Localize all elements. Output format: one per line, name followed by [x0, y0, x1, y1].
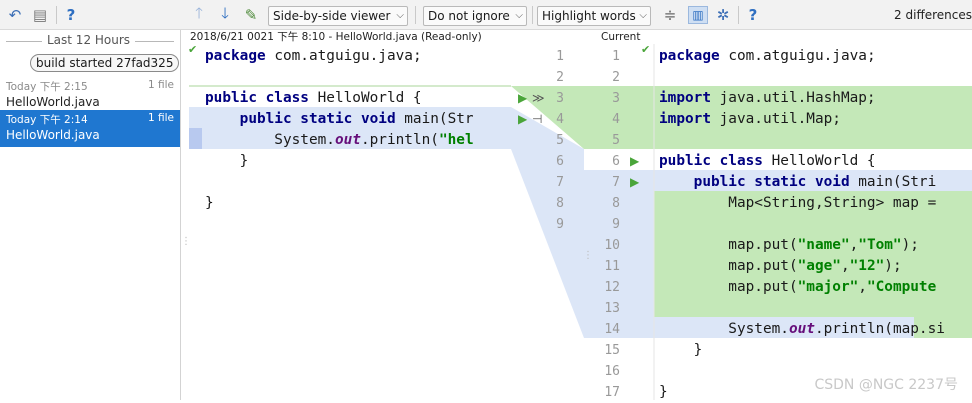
patch-icon[interactable]: ▤ [32, 6, 48, 24]
build-label-badge[interactable]: build started 27fad325 [30, 54, 180, 72]
apply-change-arrow-icon[interactable]: ▶ [518, 109, 527, 130]
code-line: import java.util.Map; [659, 111, 841, 127]
code-line: public class HelloWorld { [205, 90, 422, 106]
code-line: import java.util.HashMap; [659, 90, 876, 106]
right-pane-header: Current [601, 31, 641, 43]
history-item-file: HelloWorld.java [6, 95, 100, 109]
line-number: 9 [612, 217, 620, 232]
append-change-icon[interactable]: ⊣ [532, 109, 542, 130]
highlight-mode-select[interactable]: Highlight words ⌵ [537, 6, 651, 26]
code-line: public class HelloWorld { [659, 153, 876, 169]
splitter-grip[interactable]: ⋮ [583, 250, 593, 261]
collapse-unchanged-icon[interactable]: ≑ [661, 6, 679, 24]
history-panel: Last 12 Hours build started 27fad325 Tod… [0, 30, 181, 400]
line-number: 15 [604, 343, 620, 358]
code-line: package com.atguigu.java; [659, 48, 876, 64]
line-number: 7 [556, 175, 564, 190]
chevron-down-icon: ⌵ [515, 10, 523, 21]
line-number: 4 [612, 112, 620, 127]
toolbar-separator [738, 6, 739, 24]
line-number: 3 [612, 91, 620, 106]
chevron-down-icon: ⌵ [639, 10, 647, 21]
line-number: 8 [612, 196, 620, 211]
chevron-down-icon: ⌵ [396, 10, 404, 21]
section-title: Last 12 Hours [42, 33, 136, 47]
splitter-grip[interactable]: ⋮ [181, 236, 191, 247]
settings-gear-icon[interactable]: ✲ [714, 6, 732, 24]
line-number: 5 [556, 133, 564, 148]
history-item-selected[interactable]: Today 下午 2:14 1 file HelloWorld.java [0, 110, 180, 147]
history-item-file: HelloWorld.java [6, 128, 100, 142]
code-line: public static void main(Stri [693, 174, 937, 190]
left-change-marker [189, 128, 202, 149]
line-number: 2 [612, 70, 620, 85]
code-line: } [659, 342, 703, 358]
prev-difference-icon[interactable]: 🡑 [190, 4, 208, 24]
code-line: map.put("major","Compute [659, 279, 937, 295]
sync-scroll-icon[interactable]: ▥ [688, 6, 708, 24]
watermark: CSDN @NGC 2237号 [814, 377, 958, 393]
line-number: 4 [556, 112, 564, 127]
toolbar: ↶ ▤ ? 🡑 🡓 ✎ Side-by-side viewer ⌵ Do not … [0, 0, 972, 30]
code-line: public static void main(Str [239, 111, 474, 127]
code-line: System.out.println(map.si [659, 321, 945, 337]
line-number: 12 [604, 280, 620, 295]
code-line: } [205, 195, 214, 211]
ignore-mode-select[interactable]: Do not ignore ⌵ [423, 6, 527, 26]
line-number: 13 [604, 301, 620, 316]
left-pane-header: 2018/6/21 0021 下午 8:10 - HelloWorld.java… [190, 31, 482, 43]
revert-icon[interactable]: ↶ [6, 6, 24, 24]
code-line: System.out.println("hel [205, 132, 474, 148]
line-number: 9 [556, 217, 564, 232]
line-number: 14 [604, 322, 620, 337]
line-number: 5 [612, 133, 620, 148]
history-item[interactable]: Today 下午 2:15 1 file HelloWorld.java [0, 77, 180, 114]
code-line: } [205, 153, 249, 169]
line-number: 8 [556, 196, 564, 211]
line-number: 6 [556, 154, 564, 169]
line-number: 10 [604, 238, 620, 253]
differences-count: 2 differences [894, 8, 972, 22]
line-number: 3 [556, 91, 564, 106]
viewer-mode-select[interactable]: Side-by-side viewer ⌵ [268, 6, 408, 26]
line-number: 16 [604, 364, 620, 379]
apply-change-arrow-icon[interactable]: ▶ [518, 88, 527, 109]
line-number: 7 [612, 175, 620, 190]
toolbar-separator [415, 6, 416, 24]
apply-change-arrow-icon[interactable]: ▶ [630, 172, 639, 193]
line-number: 2 [556, 70, 564, 85]
apply-change-arrow-icon[interactable]: ▶ [630, 151, 639, 172]
code-line: map.put("name","Tom"); [659, 237, 919, 253]
code-line: package com.atguigu.java; [205, 48, 422, 64]
line-number: 1 [612, 49, 620, 64]
edit-source-icon[interactable]: ✎ [242, 6, 260, 24]
toolbar-separator [56, 6, 57, 24]
line-number: 1 [556, 49, 564, 64]
line-number: 11 [604, 259, 620, 274]
code-line: Map<String,String> map = [659, 195, 937, 211]
next-difference-icon[interactable]: 🡓 [216, 4, 234, 24]
code-line: map.put("age","12"); [659, 258, 902, 274]
line-number: 6 [612, 154, 620, 169]
help-icon[interactable]: ? [63, 6, 79, 24]
toolbar-separator [532, 6, 533, 24]
help-icon[interactable]: ? [745, 6, 761, 24]
